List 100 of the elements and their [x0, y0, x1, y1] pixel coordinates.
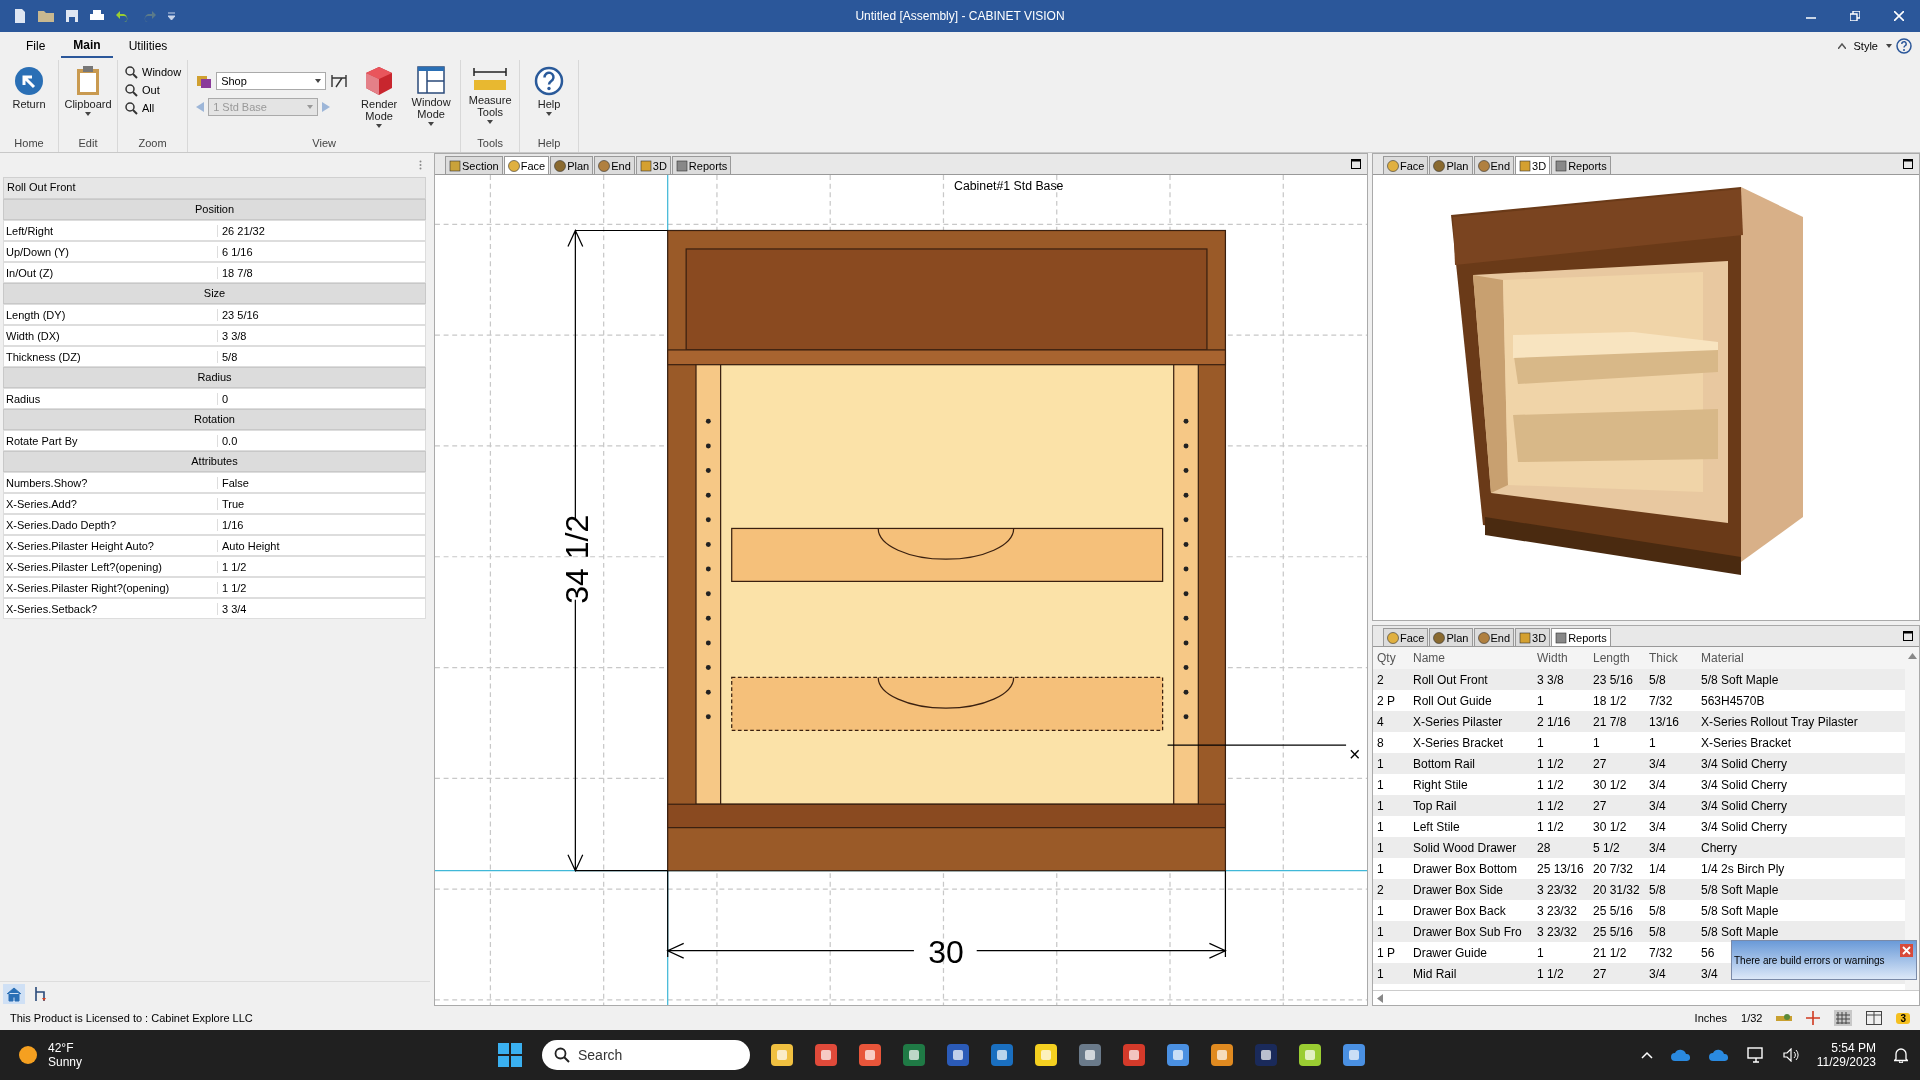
view-tab[interactable]: Section	[445, 156, 503, 174]
app-icon[interactable]	[946, 1043, 970, 1067]
property-value[interactable]: 18 7/8	[218, 266, 253, 279]
property-value[interactable]: Auto Height	[218, 539, 280, 552]
crosshair-icon[interactable]	[1806, 1011, 1821, 1025]
ribbon-tab[interactable]: Main	[61, 34, 113, 58]
app-icon[interactable]	[1034, 1043, 1058, 1067]
cloud-icon[interactable]	[1708, 1049, 1729, 1061]
view-tab[interactable]: Plan	[1429, 156, 1473, 174]
scroll-up-icon[interactable]	[1907, 653, 1917, 659]
maximize-icon[interactable]	[1351, 159, 1361, 169]
folder-icon[interactable]	[38, 10, 54, 22]
zoom-button[interactable]: Out	[122, 82, 184, 98]
ribbon-button[interactable]: Return	[4, 64, 54, 113]
cloud-icon[interactable]	[1670, 1049, 1691, 1061]
property-value[interactable]: 0	[218, 392, 229, 405]
view-tab[interactable]: Reports	[1551, 156, 1611, 174]
view-tab[interactable]: 3D	[1515, 156, 1551, 174]
column-header[interactable]: Name	[1409, 651, 1533, 665]
app-icon[interactable]	[1078, 1043, 1102, 1067]
app-icon[interactable]	[814, 1043, 838, 1067]
ribbon-tab[interactable]: File	[14, 35, 58, 57]
app-icon[interactable]	[902, 1043, 926, 1067]
ribbon-button[interactable]: Window Mode	[406, 64, 457, 129]
save-icon[interactable]	[66, 10, 78, 22]
windows-logo-icon[interactable]	[498, 1043, 522, 1067]
maximize-icon[interactable]	[1903, 159, 1913, 169]
view-tab[interactable]: Reports	[671, 156, 732, 174]
warning-badge[interactable]: 3	[1896, 1012, 1910, 1024]
home-icon[interactable]	[3, 984, 25, 1004]
view-tab[interactable]: Reports	[1551, 628, 1611, 646]
ribbon-button[interactable]: Clipboard	[63, 64, 113, 119]
tree-icon[interactable]	[33, 986, 47, 1002]
app-icon[interactable]	[1254, 1043, 1278, 1067]
property-value[interactable]: 23 5/16	[218, 308, 259, 321]
clock-date[interactable]: 11/29/2023	[1816, 1055, 1876, 1069]
ribbon-button[interactable]: Render Mode	[354, 64, 405, 131]
view-tab[interactable]: End	[1473, 156, 1515, 174]
property-value[interactable]: 26 21/32	[218, 224, 265, 237]
view-tab[interactable]: Face	[1383, 628, 1429, 646]
print-icon[interactable]	[90, 10, 104, 22]
view-dropdown[interactable]: Shop	[216, 72, 327, 90]
app-icon[interactable]	[1166, 1043, 1190, 1067]
speaker-icon[interactable]	[1782, 1048, 1799, 1062]
property-value[interactable]: 1/16	[218, 518, 244, 531]
grid-icon[interactable]	[1834, 1010, 1853, 1026]
property-value[interactable]: 6 1/16	[218, 245, 253, 258]
ribbon-button[interactable]: Help	[524, 64, 575, 119]
app-icon[interactable]	[770, 1043, 794, 1067]
clock-time[interactable]: 5:54 PM	[1831, 1041, 1876, 1055]
column-header[interactable]: Thick	[1645, 651, 1697, 665]
collapse-icon[interactable]	[1837, 43, 1846, 49]
cabinet-3d-drawing[interactable]	[1451, 187, 1803, 575]
restore-icon[interactable]	[1850, 11, 1860, 21]
app-icon[interactable]	[990, 1043, 1014, 1067]
property-value[interactable]: 3 3/4	[218, 602, 247, 615]
view-tab[interactable]: Face	[1383, 156, 1429, 174]
cabinet-drawing[interactable]	[667, 229, 1227, 872]
close-icon[interactable]	[1900, 944, 1913, 957]
property-value[interactable]: 0.0	[218, 434, 238, 447]
new-file-icon[interactable]	[14, 9, 26, 23]
zoom-button[interactable]: Window	[122, 64, 184, 80]
help-icon[interactable]	[1896, 38, 1912, 54]
scroll-left-icon[interactable]	[1377, 993, 1383, 1003]
column-header[interactable]: Qty	[1373, 651, 1409, 665]
monitor-icon[interactable]	[1746, 1047, 1765, 1063]
bell-icon[interactable]	[1894, 1047, 1908, 1063]
tape-icon[interactable]	[1776, 1013, 1793, 1023]
caret-icon[interactable]	[1886, 44, 1892, 48]
property-value[interactable]: 1 1/2	[218, 581, 247, 594]
property-value[interactable]: True	[218, 497, 245, 510]
caret-icon[interactable]	[168, 12, 175, 20]
view-tab[interactable]: 3D	[635, 156, 671, 174]
view-tab[interactable]: End	[594, 156, 635, 174]
view-tab[interactable]: Plan	[1429, 628, 1473, 646]
grip-icon[interactable]	[419, 160, 422, 170]
property-value[interactable]: False	[218, 476, 249, 489]
property-value[interactable]: 1 1/2	[218, 560, 247, 573]
app-icon[interactable]	[1342, 1043, 1366, 1067]
notification-toast[interactable]: There are build errors or warnings	[1731, 940, 1917, 980]
column-header[interactable]: Length	[1589, 651, 1645, 665]
layout-icon[interactable]	[1866, 1011, 1883, 1025]
app-icon[interactable]	[858, 1043, 882, 1067]
search-field[interactable]: Search	[542, 1040, 750, 1070]
maximize-icon[interactable]	[1903, 631, 1913, 641]
column-header[interactable]: Width	[1533, 651, 1589, 665]
view-tab[interactable]: 3D	[1515, 628, 1551, 646]
view-tab[interactable]: Face	[503, 156, 550, 174]
property-value[interactable]: 3 3/8	[218, 329, 247, 342]
sun-icon[interactable]	[18, 1045, 38, 1065]
view-tab[interactable]: End	[1473, 628, 1515, 646]
property-value[interactable]: 5/8	[218, 350, 238, 363]
close-icon[interactable]	[1894, 11, 1904, 21]
app-icon[interactable]	[1122, 1043, 1146, 1067]
app-icon[interactable]	[1210, 1043, 1234, 1067]
ribbon-button[interactable]: Measure Tools	[465, 64, 516, 127]
ribbon-tab[interactable]: Utilities	[116, 35, 180, 57]
chevron-up-icon[interactable]	[1640, 1051, 1653, 1059]
view-tab[interactable]: Plan	[550, 156, 594, 174]
app-icon[interactable]	[1298, 1043, 1322, 1067]
